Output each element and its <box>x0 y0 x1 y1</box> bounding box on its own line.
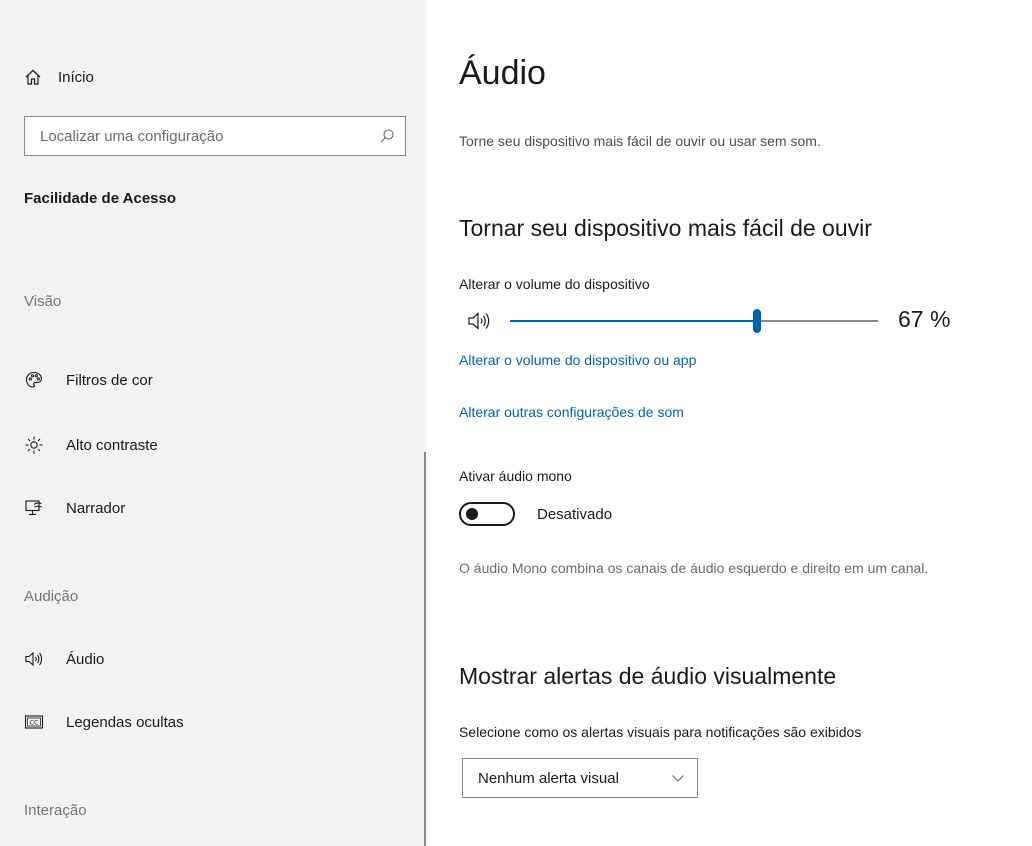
settings-window: Início Facilidade de Acesso Visão Fi <box>0 0 1032 846</box>
volume-value: 67 % <box>898 306 951 332</box>
narrator-icon <box>24 498 44 518</box>
group-label-vision: Visão <box>24 293 62 310</box>
sidebar-item-label: Narrador <box>66 499 126 517</box>
sidebar-item-audio[interactable]: Áudio <box>24 644 404 674</box>
volume-control: 67 % <box>468 304 988 338</box>
closed-captions-icon: CC <box>24 712 44 732</box>
sidebar: Início Facilidade de Acesso Visão Fi <box>0 0 427 846</box>
sidebar-item-label: Áudio <box>66 650 105 668</box>
sound-settings-link[interactable]: Alterar outras configurações de som <box>459 404 684 420</box>
speaker-icon <box>24 649 44 669</box>
mono-audio-label: Ativar áudio mono <box>459 468 572 484</box>
search-box[interactable] <box>24 116 406 156</box>
mono-audio-toggle-row: Desativado <box>459 502 612 526</box>
volume-label: Alterar o volume do dispositivo <box>459 276 650 292</box>
group-label-hearing: Audição <box>24 588 79 605</box>
chevron-down-icon <box>672 775 684 782</box>
page-description: Torne seu dispositivo mais fácil de ouvi… <box>459 133 821 149</box>
group-label-interaction: Interação <box>24 802 87 819</box>
volume-slider-thumb[interactable] <box>752 309 761 333</box>
alerts-section-heading: Mostrar alertas de áudio visualmente <box>459 663 837 689</box>
visual-alerts-dropdown[interactable]: Nenhum alerta visual <box>462 758 698 798</box>
toggle-knob <box>466 508 478 520</box>
mono-audio-state: Desativado <box>537 505 613 523</box>
home-label: Início <box>58 68 94 86</box>
mono-audio-toggle[interactable] <box>459 502 515 526</box>
page-title: Áudio <box>459 54 546 92</box>
volume-slider-fill <box>510 320 757 322</box>
volume-slider[interactable] <box>510 309 878 333</box>
sidebar-item-closed-captions[interactable]: CC Legendas ocultas <box>24 707 404 737</box>
app-volume-link[interactable]: Alterar o volume do dispositivo ou app <box>459 352 696 368</box>
section-title: Facilidade de Acesso <box>24 190 177 207</box>
visual-alerts-selected: Nenhum alerta visual <box>478 769 619 787</box>
search-icon[interactable] <box>379 128 395 144</box>
home-icon <box>25 69 41 85</box>
hearing-section-heading: Tornar seu dispositivo mais fácil de ouv… <box>459 215 872 241</box>
sidebar-item-label: Alto contraste <box>66 436 158 454</box>
color-filter-icon <box>24 370 44 390</box>
sidebar-item-color-filters[interactable]: Filtros de cor <box>24 365 404 395</box>
sidebar-item-label: Legendas ocultas <box>66 713 184 731</box>
mono-audio-note: O áudio Mono combina os canais de áudio … <box>459 560 929 576</box>
sidebar-item-narrator[interactable]: Narrador <box>24 493 404 523</box>
sidebar-home-link[interactable]: Início <box>24 64 94 90</box>
svg-text:CC: CC <box>29 719 39 727</box>
brightness-icon <box>24 435 44 455</box>
visual-alerts-label: Selecione como os alertas visuais para n… <box>459 724 862 740</box>
sidebar-scrollbar[interactable] <box>424 452 426 846</box>
sidebar-item-high-contrast[interactable]: Alto contraste <box>24 430 404 460</box>
sidebar-item-label: Filtros de cor <box>66 371 153 389</box>
search-input[interactable] <box>38 126 379 146</box>
speaker-icon <box>468 310 498 337</box>
